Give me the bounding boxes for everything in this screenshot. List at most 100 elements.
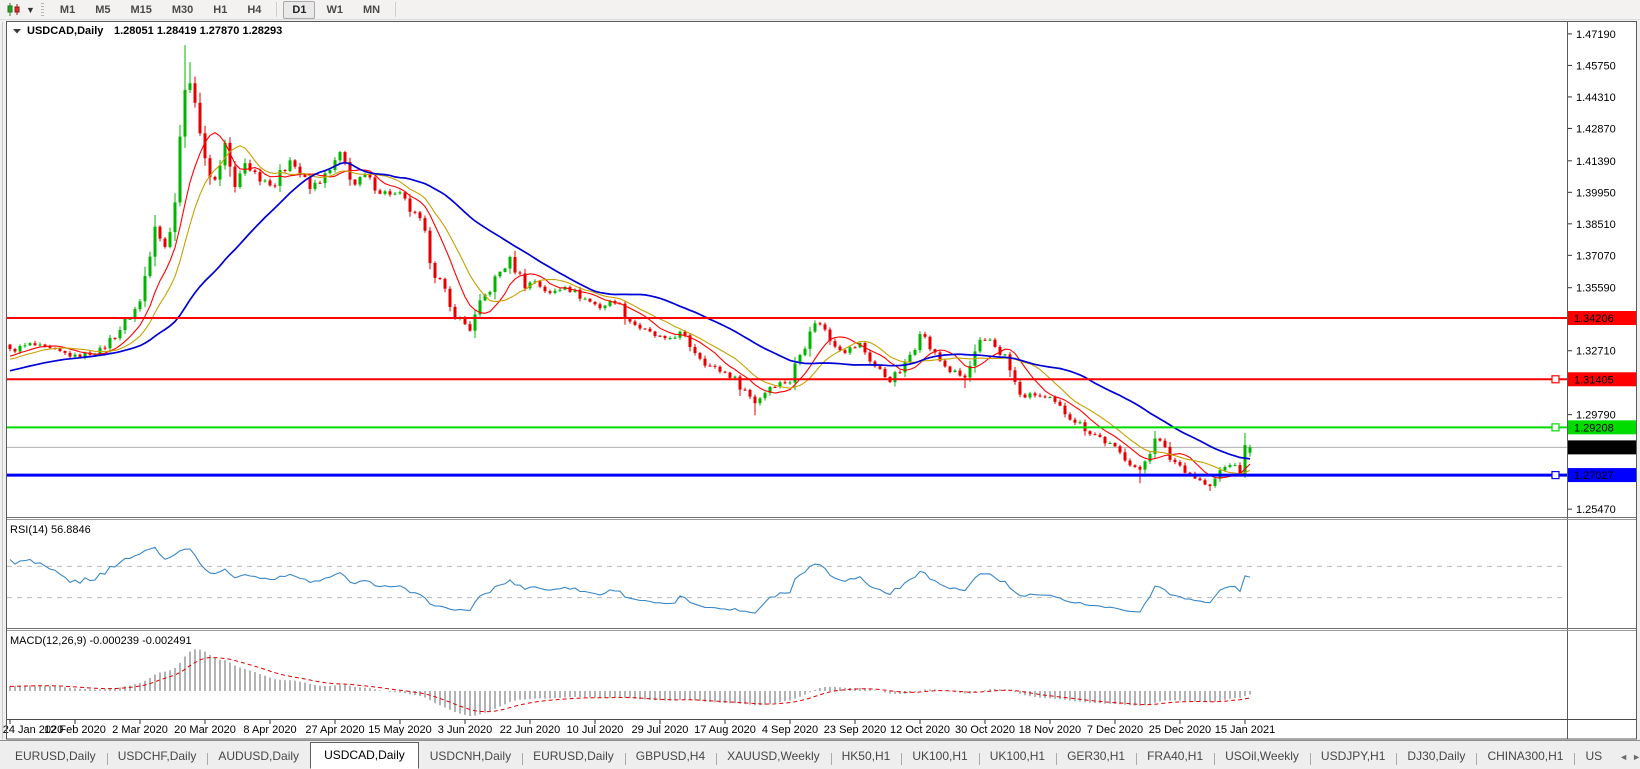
candle <box>1123 452 1127 461</box>
candle <box>538 281 542 287</box>
price-tick-label: 1.32710 <box>1576 346 1616 358</box>
candle <box>1063 405 1067 415</box>
timeframe-h1[interactable]: H1 <box>204 1 236 19</box>
candle <box>558 289 562 291</box>
candle <box>593 301 597 305</box>
tab-ger30-h1[interactable]: GER30,H1 <box>1056 745 1136 769</box>
candle <box>238 173 242 187</box>
candle <box>1188 472 1192 474</box>
candle <box>878 366 882 369</box>
date-tick-label: 23 Sep 2020 <box>824 724 886 736</box>
candle <box>1203 480 1207 485</box>
tab-fra40-h1[interactable]: FRA40,H1 <box>1136 745 1214 769</box>
candle <box>1128 460 1132 466</box>
timeframe-mn[interactable]: MN <box>354 1 389 19</box>
tab-scroll-nav: ◄ ► <box>1613 752 1640 769</box>
tab-uk100-h1[interactable]: UK100,H1 <box>978 745 1056 769</box>
candle <box>868 352 872 362</box>
candle <box>1043 396 1047 398</box>
candle <box>918 334 922 350</box>
candle <box>638 324 642 329</box>
candle <box>258 172 262 182</box>
candle <box>288 160 292 171</box>
date-tick-label: 12 Feb 2020 <box>44 724 106 736</box>
candle <box>423 218 427 231</box>
tab-usdjpy-h1[interactable]: USDJPY,H1 <box>1309 745 1396 769</box>
candle <box>948 366 952 373</box>
candle <box>293 160 297 167</box>
price-tick-label: 1.42870 <box>1576 123 1616 135</box>
candle <box>668 338 672 339</box>
candle <box>1213 478 1217 486</box>
toolbar-grip <box>40 3 44 16</box>
candle <box>433 263 437 278</box>
chart-window <box>6 22 1637 739</box>
tab-us[interactable]: US <box>1574 745 1613 769</box>
candle <box>138 301 142 310</box>
tab-china300-h1[interactable]: CHINA300,H1 <box>1476 745 1574 769</box>
tab-scroll-left-icon[interactable]: ◄ <box>1619 752 1628 762</box>
candle <box>583 298 587 300</box>
candle <box>1208 484 1212 487</box>
timeframe-m5[interactable]: M5 <box>86 1 119 19</box>
candle <box>718 366 722 372</box>
candle <box>663 335 667 339</box>
timeframe-h4[interactable]: H4 <box>238 1 270 19</box>
hline-handle[interactable] <box>1551 470 1560 480</box>
candle <box>1138 466 1142 470</box>
candle <box>218 165 222 180</box>
candle <box>233 166 237 187</box>
candle <box>188 83 192 90</box>
timeframe-m30[interactable]: M30 <box>163 1 202 19</box>
candle <box>118 330 122 339</box>
candle <box>498 271 502 277</box>
candle <box>1198 478 1202 481</box>
candle <box>643 328 647 330</box>
candle <box>788 382 792 384</box>
candlestick-chart-icon[interactable] <box>5 2 23 17</box>
timeframe-d1[interactable]: D1 <box>283 0 316 19</box>
rsi-label: RSI(14) 56.8846 <box>10 524 91 536</box>
candle <box>1038 395 1042 397</box>
hline-handle[interactable] <box>1551 423 1560 432</box>
candle <box>373 177 377 191</box>
candle <box>518 272 522 274</box>
timeframe-m1[interactable]: M1 <box>51 1 84 19</box>
tab-usdcnh-daily[interactable]: USDCNH,Daily <box>419 745 522 769</box>
tab-uk100-h1[interactable]: UK100,H1 <box>901 745 978 769</box>
candle <box>1143 461 1147 470</box>
chart-type-dropdown-icon[interactable]: ▼ <box>26 5 35 15</box>
hline-handle[interactable] <box>1551 375 1560 384</box>
tab-xauusd-weekly[interactable]: XAUUSD,Weekly <box>716 745 830 769</box>
candle <box>1023 394 1027 398</box>
date-tick-label: 18 Nov 2020 <box>1019 724 1081 736</box>
tab-hk50-h1[interactable]: HK50,H1 <box>830 745 902 769</box>
date-tick-label: 25 Dec 2020 <box>1149 724 1211 736</box>
tab-usdcad-daily[interactable]: USDCAD,Daily <box>310 742 419 769</box>
timeframe-w1[interactable]: W1 <box>317 1 352 19</box>
price-level-label: 1.31405 <box>1574 374 1614 386</box>
candle <box>393 193 397 195</box>
tab-eurusd-daily[interactable]: EURUSD,Daily <box>522 745 625 769</box>
candle <box>343 152 347 162</box>
candle <box>983 339 987 341</box>
candle <box>38 344 42 346</box>
candle <box>658 335 662 337</box>
tab-dj30-daily[interactable]: DJ30,Daily <box>1396 745 1476 769</box>
tab-audusd-daily[interactable]: AUDUSD,Daily <box>207 745 310 769</box>
tab-eurusd-daily[interactable]: EURUSD,Daily <box>4 745 107 769</box>
date-tick-label: 10 Jul 2020 <box>567 724 624 736</box>
date-tick-label: 2 Mar 2020 <box>112 724 168 736</box>
candle <box>248 163 252 171</box>
tab-usdchf-daily[interactable]: USDCHF,Daily <box>106 745 208 769</box>
tab-scroll-right-icon[interactable]: ► <box>1632 752 1640 762</box>
candle <box>1098 434 1102 437</box>
timeframe-m15[interactable]: M15 <box>121 1 160 19</box>
candle <box>548 291 552 293</box>
tab-gbpusd-h4[interactable]: GBPUSD,H4 <box>624 745 716 769</box>
date-tick-label: 7 Dec 2020 <box>1087 724 1143 736</box>
candle <box>818 323 822 325</box>
candle <box>783 382 787 384</box>
tab-usoil-weekly[interactable]: USOil,Weekly <box>1214 745 1310 769</box>
candle <box>183 89 187 137</box>
